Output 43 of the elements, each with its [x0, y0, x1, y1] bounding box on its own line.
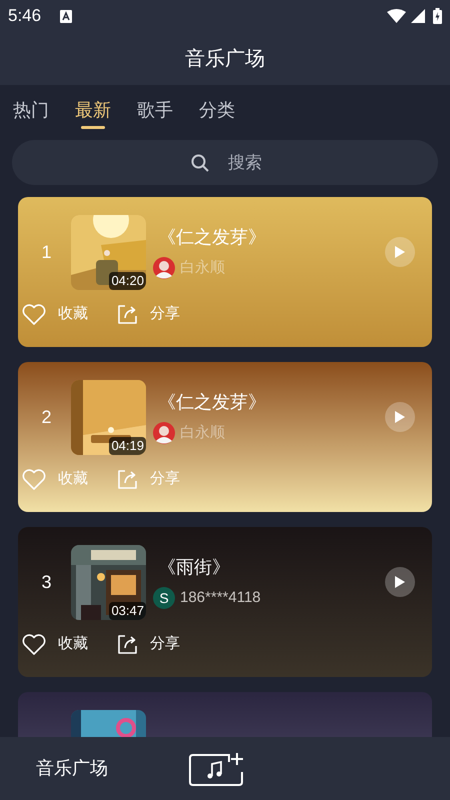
duration-badge: 03:47 [109, 602, 146, 620]
song-card[interactable]: 3 03:47 《雨街》 S 186****4118 收藏 分享 [18, 527, 432, 677]
avatar [153, 422, 175, 444]
share-icon [117, 634, 138, 655]
heart-icon [22, 634, 46, 655]
author-name: 白永顺 [180, 423, 225, 443]
notification-icon [60, 10, 72, 22]
rank-number: 2 [41, 406, 52, 429]
song-card[interactable] [18, 692, 432, 737]
favorite-button[interactable]: 收藏 [22, 633, 88, 656]
song-title: 《仁之发芽》 [158, 226, 267, 249]
avatar [153, 257, 175, 280]
duration-badge: 04:19 [109, 437, 146, 455]
rank-number: 1 [41, 241, 52, 264]
heart-icon [22, 304, 46, 325]
share-icon [117, 304, 138, 325]
duration-badge: 04:20 [109, 272, 146, 290]
share-button[interactable]: 分享 [117, 633, 180, 656]
tab[interactable]: 热门 [13, 95, 49, 125]
nav-tab[interactable]: 音乐广场 [36, 755, 108, 782]
play-icon [395, 411, 405, 423]
song-title: 《雨街》 [158, 556, 231, 579]
author-name: 白永顺 [180, 258, 225, 278]
tab[interactable]: 歌手 [137, 95, 173, 125]
play-button[interactable] [385, 567, 415, 597]
avatar: S [153, 587, 175, 610]
add-music-button[interactable] [189, 752, 245, 786]
tab[interactable]: 分类 [199, 95, 235, 125]
page-title: 音乐广场 [185, 46, 265, 72]
heart-icon [22, 468, 46, 490]
search-icon [191, 154, 209, 172]
play-icon [395, 246, 405, 258]
play-icon [395, 576, 405, 588]
rank-number: 3 [41, 571, 52, 594]
author-name: 186****4118 [180, 588, 261, 608]
add-music-icon [189, 752, 245, 786]
song-title: 《仁之发芽》 [158, 391, 267, 414]
battery-icon [433, 8, 442, 24]
signal-icon [411, 9, 425, 23]
status-time: 5:46 [8, 5, 42, 28]
search-field[interactable]: 搜索 [12, 140, 438, 185]
wifi-icon [387, 9, 406, 23]
share-icon [117, 468, 138, 490]
